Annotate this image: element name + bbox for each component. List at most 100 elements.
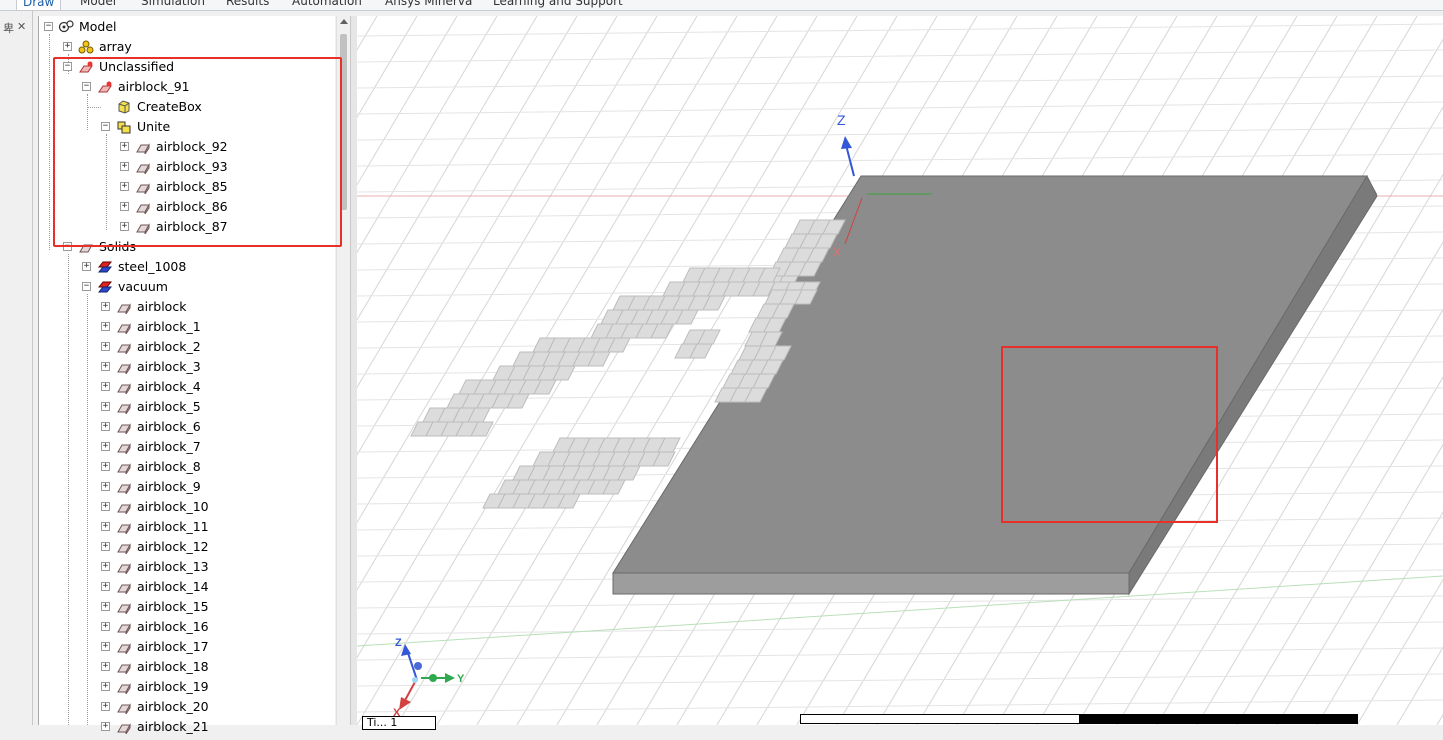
model-gears-icon (58, 20, 74, 34)
array-icon (78, 40, 94, 54)
expand-toggle-icon[interactable]: + (101, 722, 110, 731)
expand-toggle-icon[interactable]: + (101, 422, 110, 431)
expand-toggle-icon[interactable]: + (101, 642, 110, 651)
collapse-toggle-icon[interactable]: − (44, 22, 53, 31)
grid-line (357, 23, 1443, 37)
pin-icon[interactable]: 卑 (3, 20, 14, 36)
expand-toggle-icon[interactable]: + (101, 342, 110, 351)
expand-toggle-icon[interactable]: + (101, 322, 110, 331)
solid-object-icon (116, 440, 132, 456)
solid-object-icon (116, 520, 132, 536)
expand-toggle-icon[interactable]: + (101, 442, 110, 451)
close-icon[interactable]: ✕ (17, 20, 26, 33)
material-icon (97, 260, 113, 274)
expand-toggle-icon[interactable]: + (101, 662, 110, 671)
solid-object-icon (116, 420, 132, 436)
expand-toggle-icon[interactable]: + (101, 602, 110, 611)
tab-learning-support[interactable]: Learning and Support (493, 0, 623, 10)
triad-y-label: Y (457, 673, 465, 685)
3d-modeler-viewport[interactable]: Z X Z Y X (357, 16, 1443, 725)
expand-toggle-icon[interactable]: + (101, 622, 110, 631)
material-icon (97, 280, 113, 294)
tree-node-label: airblock_6 (137, 419, 201, 434)
expand-toggle-icon[interactable]: + (101, 402, 110, 411)
scale-bar (800, 714, 1358, 724)
tree-connector (49, 34, 50, 250)
solid-object-icon (116, 640, 132, 656)
expand-toggle-icon[interactable]: + (63, 42, 72, 51)
orientation-triad[interactable]: Z Y X (393, 637, 465, 719)
tree-node-label: airblock_14 (137, 579, 209, 594)
tree-node-label: steel_1008 (118, 259, 187, 274)
grid-line (357, 16, 418, 119)
tree-node-label: airblock_1 (137, 319, 201, 334)
tree-node-label: airblock_3 (137, 359, 201, 374)
tree-connector (87, 294, 88, 725)
tree-node-label: airblock_11 (137, 519, 209, 534)
expand-toggle-icon[interactable]: + (101, 362, 110, 371)
expand-toggle-icon[interactable]: + (101, 562, 110, 571)
grid-line (357, 673, 1443, 687)
grid-line (1276, 443, 1443, 725)
grid-line (357, 699, 1443, 713)
tree-node-label: airblock_18 (137, 659, 209, 674)
grid-line (357, 49, 1443, 63)
z-axis-arrowhead (841, 136, 852, 149)
tab-results[interactable]: Results (226, 0, 269, 10)
scroll-up-arrow-icon[interactable] (340, 19, 348, 24)
tree-node-label: airblock_13 (137, 559, 209, 574)
tree-node-label: vacuum (118, 279, 168, 294)
solid-object-icon (116, 480, 132, 496)
expand-toggle-icon[interactable]: + (101, 682, 110, 691)
tree-connector (68, 254, 69, 725)
grid-line (1316, 511, 1443, 725)
tree-node-label: airblock_17 (137, 639, 209, 654)
tree-node-label: airblock_21 (137, 719, 209, 734)
expand-toggle-icon[interactable]: + (82, 262, 91, 271)
grid-line (357, 595, 1443, 609)
expand-toggle-icon[interactable]: + (101, 482, 110, 491)
solid-object-icon (116, 300, 132, 316)
axis-z-label: Z (837, 112, 846, 128)
expand-toggle-icon[interactable]: + (101, 542, 110, 551)
tree-node-label: airblock_19 (137, 679, 209, 694)
viewport-status-box: Ti... 1 (362, 716, 436, 730)
expand-toggle-icon[interactable]: + (101, 502, 110, 511)
viewport-canvas[interactable]: Z X Z Y X (357, 16, 1443, 725)
solid-object-icon (116, 320, 132, 336)
tab-model[interactable]: Model (80, 0, 116, 10)
expand-toggle-icon[interactable]: + (101, 582, 110, 591)
tab-simulation[interactable]: Simulation (141, 0, 205, 10)
solid-object-icon (116, 600, 132, 616)
grid-line (357, 127, 1443, 141)
pane-splitter[interactable] (350, 16, 357, 725)
tree-node-label: airblock_16 (137, 619, 209, 634)
tree-node-label: airblock_4 (137, 379, 201, 394)
grid-line (357, 16, 498, 254)
tree-node-label: airblock_20 (137, 699, 209, 714)
solid-object-icon (116, 340, 132, 356)
expand-toggle-icon[interactable]: + (101, 522, 110, 531)
grid-line (357, 153, 1443, 167)
collapse-toggle-icon[interactable]: − (82, 282, 91, 291)
triad-z-label: Z (395, 637, 402, 649)
solid-object-icon (116, 660, 132, 676)
tab-ansys-minerva[interactable]: Ansys Minerva (385, 0, 472, 10)
expand-toggle-icon[interactable]: + (101, 462, 110, 471)
collapsed-side-pane: 卑 ✕ (0, 11, 33, 725)
tab-automation[interactable]: Automation (292, 0, 362, 10)
grid-line (357, 621, 1443, 635)
tree-node-label: airblock (137, 299, 187, 314)
tab-draw[interactable]: Draw (16, 0, 62, 10)
solid-object-icon (116, 360, 132, 376)
tree-node-label: airblock_10 (137, 499, 209, 514)
solid-object-icon (116, 460, 132, 476)
axis-x-label: X (833, 245, 841, 259)
expand-toggle-icon[interactable]: + (101, 302, 110, 311)
solid-object-icon (116, 720, 132, 736)
expand-toggle-icon[interactable]: + (101, 702, 110, 711)
tree-node-label: Model (79, 19, 117, 34)
expand-toggle-icon[interactable]: + (101, 382, 110, 391)
ribbon-tab-bar: Draw Model Simulation Results Automation… (0, 0, 1443, 11)
tree-node-label: airblock_8 (137, 459, 201, 474)
